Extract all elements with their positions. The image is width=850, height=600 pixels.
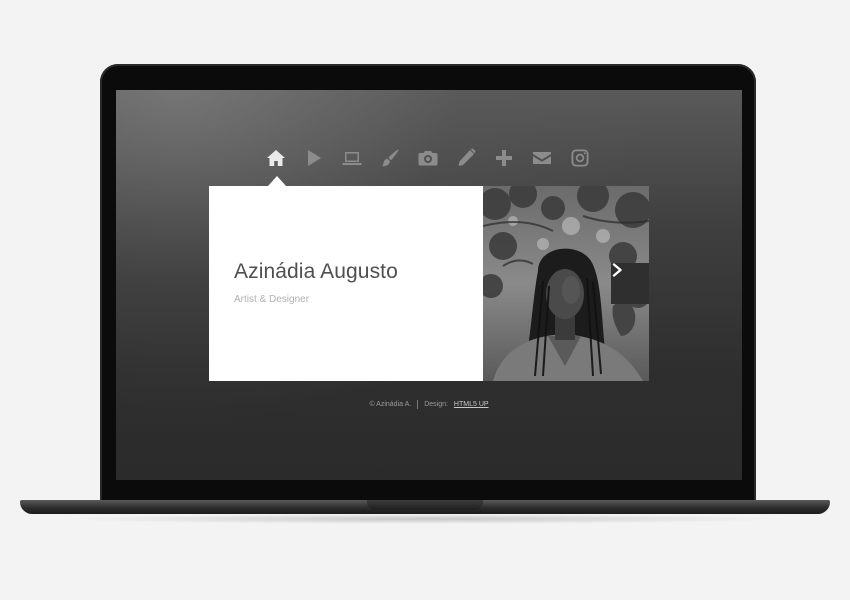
paintbrush-icon	[382, 149, 399, 167]
main-nav	[261, 146, 595, 170]
nav-camera[interactable]	[413, 146, 443, 170]
website-screen: Azinádia Augusto Artist & Designer © Azi…	[116, 90, 742, 480]
footer-copyright: © Azinádia A.	[369, 401, 412, 408]
next-button[interactable]	[611, 263, 649, 304]
footer-design-link[interactable]: HTML5 UP	[454, 401, 489, 408]
nav-instagram[interactable]	[565, 146, 595, 170]
nav-home[interactable]	[261, 146, 291, 170]
intro-card: Azinádia Augusto Artist & Designer	[209, 186, 649, 381]
footer-design-label: Design:	[424, 401, 448, 408]
nav-mail[interactable]	[527, 146, 557, 170]
nav-brush[interactable]	[375, 146, 405, 170]
nav-pencil[interactable]	[451, 146, 481, 170]
envelope-icon	[533, 152, 551, 164]
active-nav-pointer	[268, 176, 286, 186]
laptop-mockup: Azinádia Augusto Artist & Designer © Azi…	[0, 0, 850, 600]
laptop-notch	[367, 500, 483, 510]
profile-photo	[483, 186, 649, 381]
play-icon	[308, 150, 321, 166]
nav-play[interactable]	[299, 146, 329, 170]
chevron-right-icon	[612, 263, 622, 277]
camera-icon	[418, 151, 438, 166]
intro-text: Azinádia Augusto Artist & Designer	[209, 186, 483, 381]
nav-plus[interactable]	[489, 146, 519, 170]
site-footer: © Azinádia A. Design: HTML5 UP	[116, 400, 742, 409]
laptop-shadow	[60, 514, 790, 524]
profile-subtitle: Artist & Designer	[234, 294, 310, 305]
plus-icon	[496, 150, 512, 166]
nav-laptop[interactable]	[337, 146, 367, 170]
instagram-icon	[571, 149, 589, 167]
footer-divider	[417, 400, 419, 409]
home-icon	[267, 150, 285, 166]
profile-name: Azinádia Augusto	[234, 260, 398, 283]
pencil-icon	[458, 148, 476, 166]
laptop-icon	[342, 152, 362, 165]
